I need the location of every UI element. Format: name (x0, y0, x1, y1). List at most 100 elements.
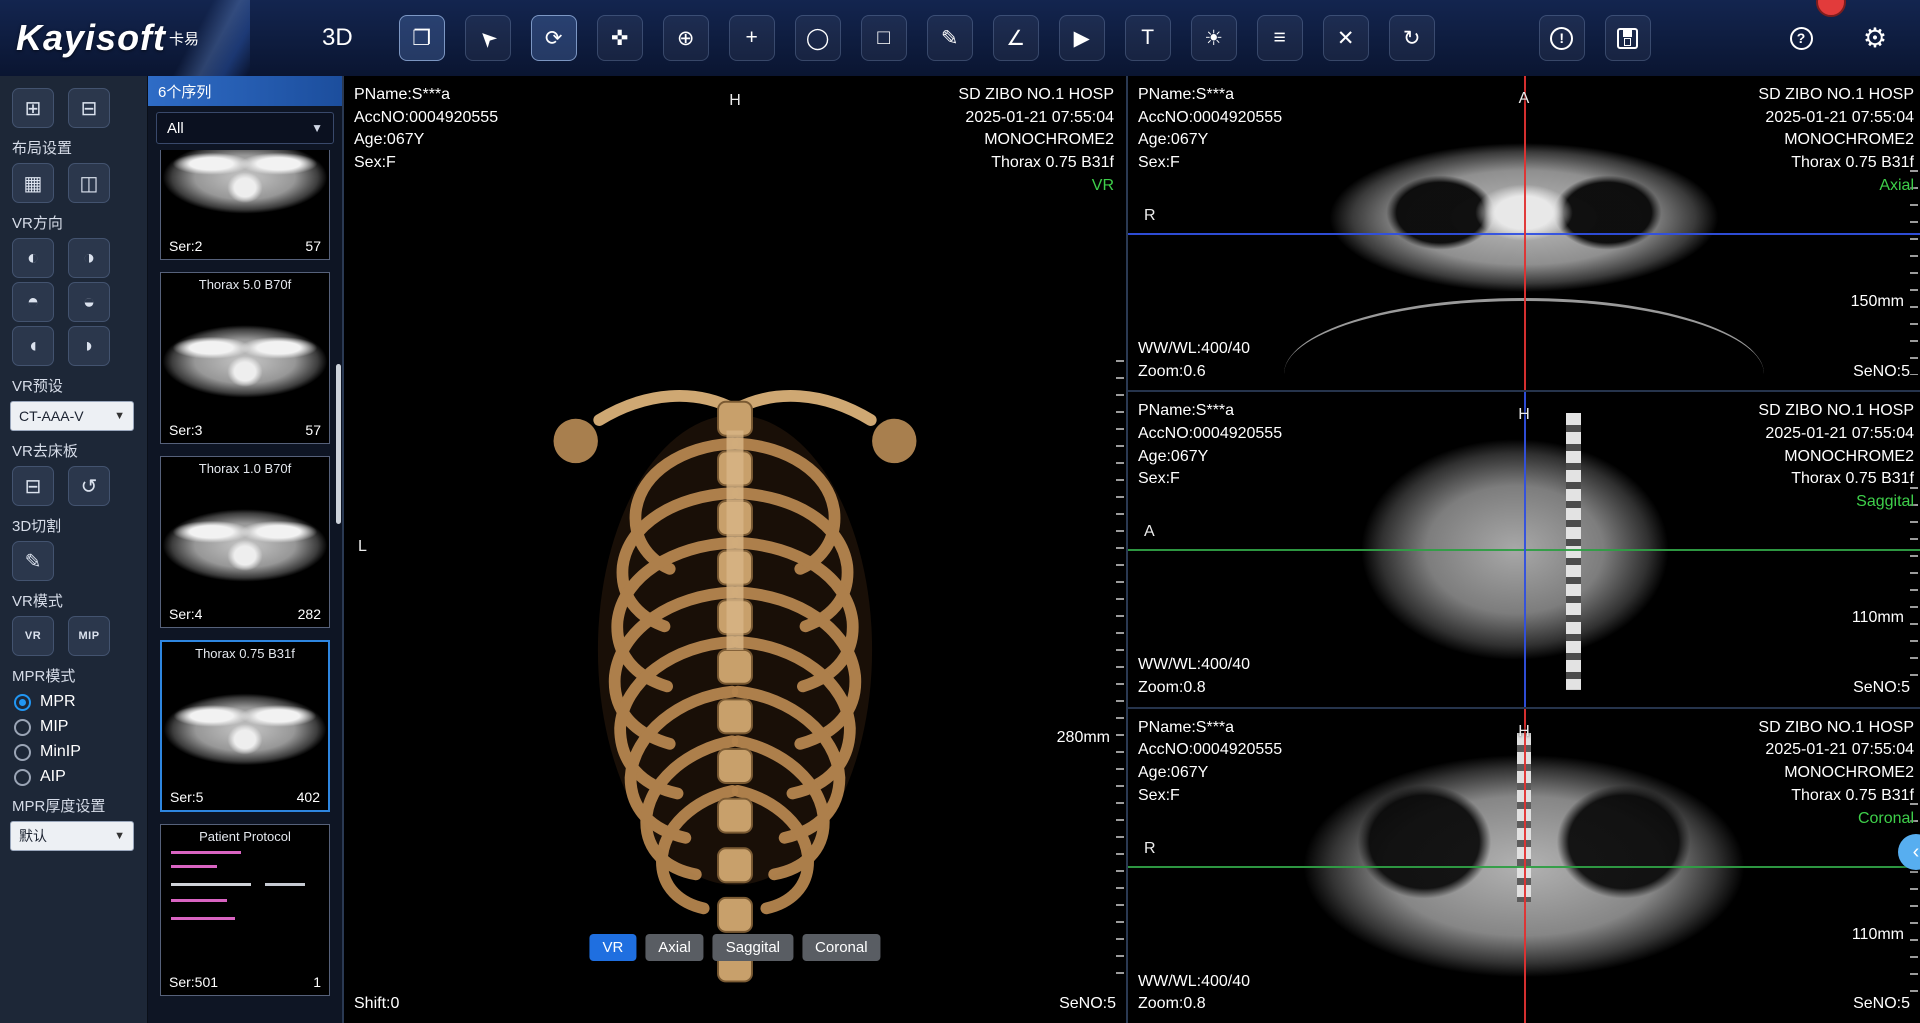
help-button[interactable]: ? (1778, 15, 1824, 61)
crosshair-vertical[interactable] (1524, 709, 1526, 1023)
vr-preset-select[interactable]: CT-AAA-V ▼ (10, 401, 134, 431)
patient-name: PName:S***a (1138, 84, 1282, 107)
layout-grid-b-button[interactable]: ⊟ (68, 88, 110, 128)
orient-foot-button[interactable]: ◒ (68, 282, 110, 322)
series-number-indicator: SeNO:5 (1853, 361, 1910, 384)
angle-icon: ∠ (1006, 26, 1025, 51)
layout-split-icon: ◫ (80, 171, 99, 196)
bed-reset-button[interactable]: ↺ (68, 466, 110, 506)
series-thumbnail (162, 642, 328, 810)
series-count-header: 6个序列 (148, 76, 342, 106)
viewport-coronal[interactable]: PName:S***a AccNO:0004920555 Age:067Y Se… (1128, 709, 1920, 1023)
scale-ruler (1116, 360, 1124, 976)
reset-tool-button[interactable]: ↻ (1389, 15, 1435, 61)
series-panel: 6个序列 All ▼ Ser:2 57 Thorax 5.0 B70f Ser:… (148, 76, 344, 1023)
series-description: Thorax 0.75 B31f (1758, 152, 1914, 175)
orientation-letter-top: H (729, 92, 741, 110)
orient-left-button[interactable]: ◖ (12, 326, 54, 366)
view-type-label: Axial (1758, 175, 1914, 198)
toolbar-tools: ❐ ➤ ⟳ ✜ ⊕ + ◯ □ ✎ ∠ ▶ T ☀ ≡ ✕ ↻ ! (399, 15, 1651, 61)
pan-tool-button[interactable]: ✜ (597, 15, 643, 61)
view-switch-buttons: VR Axial Saggital Coronal (589, 934, 880, 961)
patient-sex: Sex:F (1138, 468, 1282, 491)
radio-mpr[interactable]: MPR (14, 693, 137, 711)
save-tool-button[interactable] (1605, 15, 1651, 61)
series-number-indicator: SeNO:5 (1853, 993, 1910, 1016)
brightness-tool-button[interactable]: ☀ (1191, 15, 1237, 61)
patient-name: PName:S***a (1138, 717, 1282, 740)
viewport-axial[interactable]: PName:S***a AccNO:0004920555 Age:067Y Se… (1128, 76, 1920, 392)
hospital-name: SD ZIBO NO.1 HOSP (1758, 717, 1914, 740)
layout-split-button[interactable]: ◫ (68, 163, 110, 203)
measure-tool-button[interactable]: ✎ (927, 15, 973, 61)
close-icon: ✕ (1337, 26, 1355, 51)
app-root: Kayisoft 卡易 3D ❐ ➤ ⟳ ✜ ⊕ + ◯ □ ✎ ∠ ▶ T ☀… (0, 0, 1920, 1023)
ellipse-tool-button[interactable]: ◯ (795, 15, 841, 61)
left-sidebar: ⊞ ⊟ 布局设置 ▦ ◫ VR方向 ◐ ◑ ◓ ◒ ◖ ◗ VR预设 (0, 76, 148, 1023)
orient-right-button[interactable]: ◗ (68, 326, 110, 366)
rotate-tool-button[interactable]: ⟳ (531, 15, 577, 61)
series-item-5-selected[interactable]: Thorax 0.75 B31f Ser:5 402 (160, 640, 330, 812)
zoom-in-icon: ⊕ (677, 26, 695, 51)
vr-mode-button[interactable]: VR (12, 616, 54, 656)
rect-tool-button[interactable]: □ (861, 15, 907, 61)
series-item-501[interactable]: Patient Protocol Ser:501 1 (160, 824, 330, 996)
radio-aip[interactable]: AIP (14, 768, 137, 786)
series-ser-label: Ser:501 (169, 974, 218, 990)
series-count-label: 1 (313, 974, 321, 990)
saggital-window-info: WW/WL:400/40 Zoom:0.8 (1138, 654, 1250, 699)
scalpel-icon: ✎ (25, 549, 42, 574)
settings-button[interactable]: ⚙ (1852, 15, 1898, 61)
radio-minip[interactable]: MinIP (14, 743, 137, 761)
crosshair-vertical[interactable] (1524, 392, 1526, 706)
view-button-coronal[interactable]: Coronal (802, 934, 881, 961)
zoom-in-tool-button[interactable]: ⊕ (663, 15, 709, 61)
window-level-value: WW/WL:400/40 (1138, 971, 1250, 994)
viewport-saggital[interactable]: PName:S***a AccNO:0004920555 Age:067Y Se… (1128, 392, 1920, 708)
series-count-label: 57 (305, 238, 321, 254)
patient-accno: AccNO:0004920555 (1138, 107, 1282, 130)
cursor-icon: ➤ (473, 23, 503, 53)
radio-label-mpr: MPR (40, 693, 76, 711)
series-item-4[interactable]: Thorax 1.0 B70f Ser:4 282 (160, 456, 330, 628)
patient-age: Age:067Y (354, 129, 498, 152)
crosshair-tool-button[interactable]: + (729, 15, 775, 61)
crosshair-vertical[interactable] (1524, 76, 1526, 390)
scale-label: 110mm (1852, 609, 1904, 627)
orient-anterior-button[interactable]: ◐ (12, 238, 54, 278)
alert-tool-button[interactable]: ! (1539, 15, 1585, 61)
cine-tool-button[interactable]: ▶ (1059, 15, 1105, 61)
series-item-2[interactable]: Ser:2 57 (160, 150, 330, 260)
orient-posterior-button[interactable]: ◑ (68, 238, 110, 278)
vr-ribcage-rendering (500, 344, 970, 1023)
series-item-3[interactable]: Thorax 5.0 B70f Ser:3 57 (160, 272, 330, 444)
window-level-value: WW/WL:400/40 (1138, 654, 1250, 677)
zoom-value: Zoom:0.6 (1138, 361, 1250, 384)
radio-mip[interactable]: MIP (14, 718, 137, 736)
cut-3d-button[interactable]: ✎ (12, 541, 54, 581)
text-tool-button[interactable]: T (1125, 15, 1171, 61)
series-ser-label: Ser:4 (169, 606, 202, 622)
layout-quad-button[interactable]: ▦ (12, 163, 54, 203)
orient-head-button[interactable]: ◓ (12, 282, 54, 322)
vr-mode-icon: VR (25, 630, 41, 642)
bed-remove-button[interactable]: ⊟ (12, 466, 54, 506)
angle-tool-button[interactable]: ∠ (993, 15, 1039, 61)
mip-mode-button[interactable]: MIP (68, 616, 110, 656)
vr-cube-tool-button[interactable]: ❐ (399, 15, 445, 61)
hospital-name: SD ZIBO NO.1 HOSP (1758, 84, 1914, 107)
view-button-vr[interactable]: VR (589, 934, 636, 961)
series-ser-label: Ser:5 (170, 789, 203, 805)
study-datetime: 2025-01-21 07:55:04 (1758, 107, 1914, 130)
cursor-tool-button[interactable]: ➤ (465, 15, 511, 61)
hospital-name: SD ZIBO NO.1 HOSP (958, 84, 1114, 107)
window-level-tool-button[interactable]: ≡ (1257, 15, 1303, 61)
view-button-saggital[interactable]: Saggital (713, 934, 793, 961)
viewport-vr[interactable]: PName:S***a AccNO:0004920555 Age:067Y Se… (344, 76, 1128, 1023)
mpr-thickness-select[interactable]: 默认 ▼ (10, 821, 134, 851)
layout-grid-a-button[interactable]: ⊞ (12, 88, 54, 128)
delete-tool-button[interactable]: ✕ (1323, 15, 1369, 61)
series-filter-select[interactable]: All ▼ (156, 112, 334, 144)
view-button-axial[interactable]: Axial (645, 934, 704, 961)
series-scrollbar-thumb[interactable] (336, 364, 341, 524)
